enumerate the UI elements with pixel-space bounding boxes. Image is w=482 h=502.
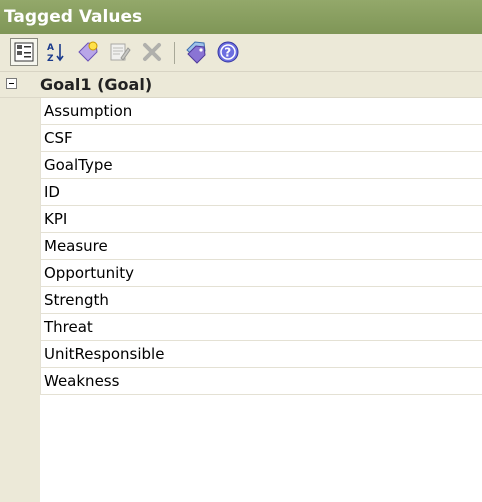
property-row[interactable]: ID xyxy=(40,179,482,206)
category-label: Goal1 (Goal) xyxy=(40,75,153,94)
property-name: ID xyxy=(44,183,60,201)
edit-note-button[interactable] xyxy=(106,38,134,66)
property-name: UnitResponsible xyxy=(44,345,165,363)
property-row[interactable]: GoalType xyxy=(40,152,482,179)
new-tag-icon xyxy=(78,41,98,62)
svg-text:Z: Z xyxy=(47,54,54,63)
property-name: Weakness xyxy=(44,372,120,390)
category-row[interactable]: Goal1 (Goal) xyxy=(0,72,482,98)
property-name: Assumption xyxy=(44,102,133,120)
grid-gutter xyxy=(0,72,40,502)
property-name: Strength xyxy=(44,291,109,309)
categorized-view-button[interactable] xyxy=(10,38,38,66)
tag-icon xyxy=(186,41,206,64)
edit-note-icon xyxy=(110,43,131,61)
panel-title-bar: Tagged Values xyxy=(0,0,482,34)
property-grid: Goal1 (Goal) Assumption CSF GoalType ID KPI M… xyxy=(0,72,482,502)
toolbar: A Z ? xyxy=(0,34,482,72)
delete-tag-button[interactable] xyxy=(138,38,166,66)
toolbar-separator xyxy=(174,42,175,64)
property-name: CSF xyxy=(44,129,73,147)
property-row[interactable]: CSF xyxy=(40,125,482,152)
svg-text:?: ? xyxy=(224,46,231,60)
property-row[interactable]: Assumption xyxy=(40,98,482,125)
help-button[interactable]: ? xyxy=(214,38,242,66)
property-row[interactable]: KPI xyxy=(40,206,482,233)
alphabetical-sort-button[interactable]: A Z xyxy=(42,38,70,66)
property-name: GoalType xyxy=(44,156,113,174)
property-row[interactable]: Weakness xyxy=(40,368,482,395)
help-icon: ? xyxy=(217,41,239,63)
property-name: Threat xyxy=(44,318,93,336)
property-row[interactable]: Measure xyxy=(40,233,482,260)
property-name: Opportunity xyxy=(44,264,135,282)
property-row[interactable]: Opportunity xyxy=(40,260,482,287)
new-tag-button[interactable] xyxy=(74,38,102,66)
property-row[interactable]: Strength xyxy=(40,287,482,314)
collapse-icon[interactable] xyxy=(6,78,17,89)
svg-text:A: A xyxy=(47,43,54,53)
sort-az-icon: A Z xyxy=(47,43,64,63)
tag-library-button[interactable] xyxy=(182,38,210,66)
categorized-icon xyxy=(14,42,34,62)
panel-title: Tagged Values xyxy=(4,7,143,27)
delete-icon xyxy=(143,43,161,61)
property-name: KPI xyxy=(44,210,68,228)
property-name: Measure xyxy=(44,237,108,255)
property-row[interactable]: UnitResponsible xyxy=(40,341,482,368)
property-row[interactable]: Threat xyxy=(40,314,482,341)
